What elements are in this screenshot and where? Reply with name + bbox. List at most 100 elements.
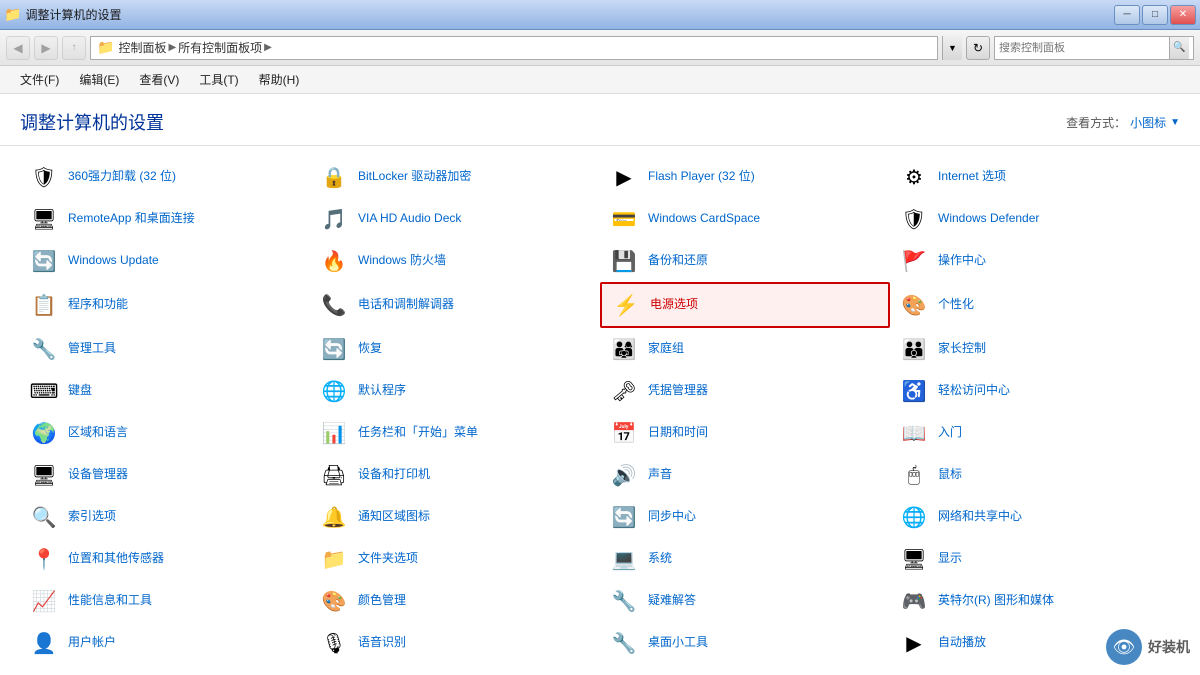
address-dropdown-button[interactable]: ▼ <box>942 36 962 60</box>
item-icon-font: A <box>28 669 60 675</box>
item-notify[interactable]: 🔔通知区域图标 <box>310 496 600 538</box>
item-credential[interactable]: 🗝凭据管理器 <box>600 370 890 412</box>
item-label-remoteapp: RemoteApp 和桌面连接 <box>68 211 195 227</box>
item-keyboard[interactable]: ⌨键盘 <box>20 370 310 412</box>
item-label-cardspace: Windows CardSpace <box>648 211 760 227</box>
item-label-datetime: 日期和时间 <box>648 425 708 441</box>
item-internet[interactable]: ⚙Internet 选项 <box>890 156 1180 198</box>
item-indexing[interactable]: 🔍索引选项 <box>20 496 310 538</box>
minimize-button[interactable]: ─ <box>1114 5 1140 25</box>
item-icon-defender: 🛡 <box>898 203 930 235</box>
address-bar: 📁 控制面板 ▶ 所有控制面板项 ▶ <box>90 36 938 60</box>
item-color[interactable]: 🎨颜色管理 <box>310 580 600 622</box>
item-family[interactable]: 👨‍👩‍👧家庭组 <box>600 328 890 370</box>
item-taskbar[interactable]: 📊任务栏和「开始」菜单 <box>310 412 600 454</box>
item-defender[interactable]: 🛡Windows Defender <box>890 198 1180 240</box>
item-user[interactable]: 👤用户帐户 <box>20 622 310 664</box>
item-label-actioncenter: 操作中心 <box>938 253 986 269</box>
breadcrumb-current[interactable]: 所有控制面板项 <box>178 39 262 56</box>
view-current-button[interactable]: 小图标 <box>1130 114 1166 131</box>
item-label-bitlocker: BitLocker 驱动器加密 <box>358 169 471 185</box>
item-manage[interactable]: 🔧管理工具 <box>20 328 310 370</box>
item-icon-folder: 📁 <box>318 543 350 575</box>
item-recovery[interactable]: 🔄恢复 <box>310 328 600 370</box>
item-devprinter[interactable]: 🖨设备和打印机 <box>310 454 600 496</box>
item-parental[interactable]: 👪家长控制 <box>890 328 1180 370</box>
item-speech[interactable]: 🎙 语音识别 <box>310 622 600 664</box>
item-datetime[interactable]: 📅日期和时间 <box>600 412 890 454</box>
menu-edit[interactable]: 编辑(E) <box>69 67 129 92</box>
item-performance[interactable]: 📈性能信息和工具 <box>20 580 310 622</box>
close-button[interactable]: ✕ <box>1170 5 1196 25</box>
item-windowsupdate[interactable]: 🔄Windows Update <box>20 240 310 282</box>
item-viahd[interactable]: 🎵VIA HD Audio Deck <box>310 198 600 240</box>
item-default[interactable]: 🌐默认程序 <box>310 370 600 412</box>
item-backup[interactable]: 💾备份和还原 <box>600 240 890 282</box>
item-label-credential: 凭据管理器 <box>648 383 708 399</box>
item-label-folder: 文件夹选项 <box>358 551 418 567</box>
address-text: 控制面板 ▶ 所有控制面板项 ▶ <box>118 39 271 56</box>
item-programs[interactable]: 📋程序和功能 <box>20 282 310 328</box>
menu-file[interactable]: 文件(F) <box>10 67 69 92</box>
item-firewall[interactable]: 🔥Windows 防火墙 <box>310 240 600 282</box>
up-button[interactable]: ↑ <box>62 36 86 60</box>
menu-tools[interactable]: 工具(T) <box>189 67 248 92</box>
item-icon-gadget: 🔧 <box>608 627 640 659</box>
item-label-recovery: 恢复 <box>358 341 382 357</box>
items-grid: 🛡360强力卸载 (32 位)🔒BitLocker 驱动器加密▶Flash Pl… <box>0 146 1200 675</box>
item-icon-cardspace: 💳 <box>608 203 640 235</box>
forward-button[interactable]: ▶ <box>34 36 58 60</box>
main-content: 调整计算机的设置 查看方式： 小图标 ▼ 🛡360强力卸载 (32 位)🔒Bit… <box>0 94 1200 675</box>
item-power[interactable]: ⚡电源选项 <box>600 282 890 328</box>
item-personalize[interactable]: 🎨个性化 <box>890 282 1180 328</box>
item-bitlocker[interactable]: 🔒BitLocker 驱动器加密 <box>310 156 600 198</box>
item-label-system: 系统 <box>648 551 672 567</box>
item-sync[interactable]: 🔄同步中心 <box>600 496 890 538</box>
item-system[interactable]: 💻系统 <box>600 538 890 580</box>
item-device[interactable]: 🖥设备管理器 <box>20 454 310 496</box>
item-trouble[interactable]: 🔧疑难解答 <box>600 580 890 622</box>
item-icon-remoteapp: 🖥 <box>28 203 60 235</box>
item-label-user: 用户帐户 <box>68 635 116 651</box>
item-icon-speech: 🎙 <box>318 627 350 659</box>
view-dropdown-icon[interactable]: ▼ <box>1170 117 1180 128</box>
item-label-windowsupdate: Windows Update <box>68 253 159 269</box>
item-region[interactable]: 🌍区域和语言 <box>20 412 310 454</box>
item-label-notify: 通知区域图标 <box>358 509 430 525</box>
item-mouse[interactable]: 🖱鼠标 <box>890 454 1180 496</box>
title-bar-left: 📁 调整计算机的设置 <box>4 6 1114 23</box>
item-label-network: 网络和共享中心 <box>938 509 1022 525</box>
menu-view[interactable]: 查看(V) <box>129 67 189 92</box>
search-input[interactable] <box>999 42 1169 54</box>
item-network[interactable]: 🌐网络和共享中心 <box>890 496 1180 538</box>
item-gadget[interactable]: 🔧桌面小工具 <box>600 622 890 664</box>
item-phone[interactable]: 📞电话和调制解调器 <box>310 282 600 328</box>
breadcrumb-home[interactable]: 控制面板 <box>118 39 166 56</box>
item-icon-ease: ♿ <box>898 375 930 407</box>
item-icon-autoplay: ▶ <box>898 627 930 659</box>
item-ease[interactable]: ♿轻松访问中心 <box>890 370 1180 412</box>
item-label-region: 区域和语言 <box>68 425 128 441</box>
item-font[interactable]: A字体 <box>20 664 310 675</box>
item-display[interactable]: 🖥显示 <box>890 538 1180 580</box>
item-360[interactable]: 🛡360强力卸载 (32 位) <box>20 156 310 198</box>
item-actioncenter[interactable]: 🚩操作中心 <box>890 240 1180 282</box>
item-intro[interactable]: 📖入门 <box>890 412 1180 454</box>
refresh-button[interactable]: ↻ <box>966 36 990 60</box>
item-remoteapp[interactable]: 🖥 RemoteApp 和桌面连接 <box>20 198 310 240</box>
page-header: 调整计算机的设置 查看方式： 小图标 ▼ <box>0 94 1200 146</box>
search-button[interactable]: 🔍 <box>1169 37 1189 59</box>
item-sound[interactable]: 🔊声音 <box>600 454 890 496</box>
menu-help[interactable]: 帮助(H) <box>249 67 310 92</box>
item-location[interactable]: 📍位置和其他传感器 <box>20 538 310 580</box>
item-label-personalize: 个性化 <box>938 297 974 313</box>
back-button[interactable]: ◀ <box>6 36 30 60</box>
item-label-backup: 备份和还原 <box>648 253 708 269</box>
item-folder[interactable]: 📁 文件夹选项 <box>310 538 600 580</box>
item-label-viahd: VIA HD Audio Deck <box>358 211 461 227</box>
item-label-speech: 语音识别 <box>358 635 406 651</box>
maximize-button[interactable]: □ <box>1142 5 1168 25</box>
item-intel[interactable]: 🎮英特尔(R) 图形和媒体 <box>890 580 1180 622</box>
item-cardspace[interactable]: 💳 Windows CardSpace <box>600 198 890 240</box>
item-flashplayer[interactable]: ▶Flash Player (32 位) <box>600 156 890 198</box>
